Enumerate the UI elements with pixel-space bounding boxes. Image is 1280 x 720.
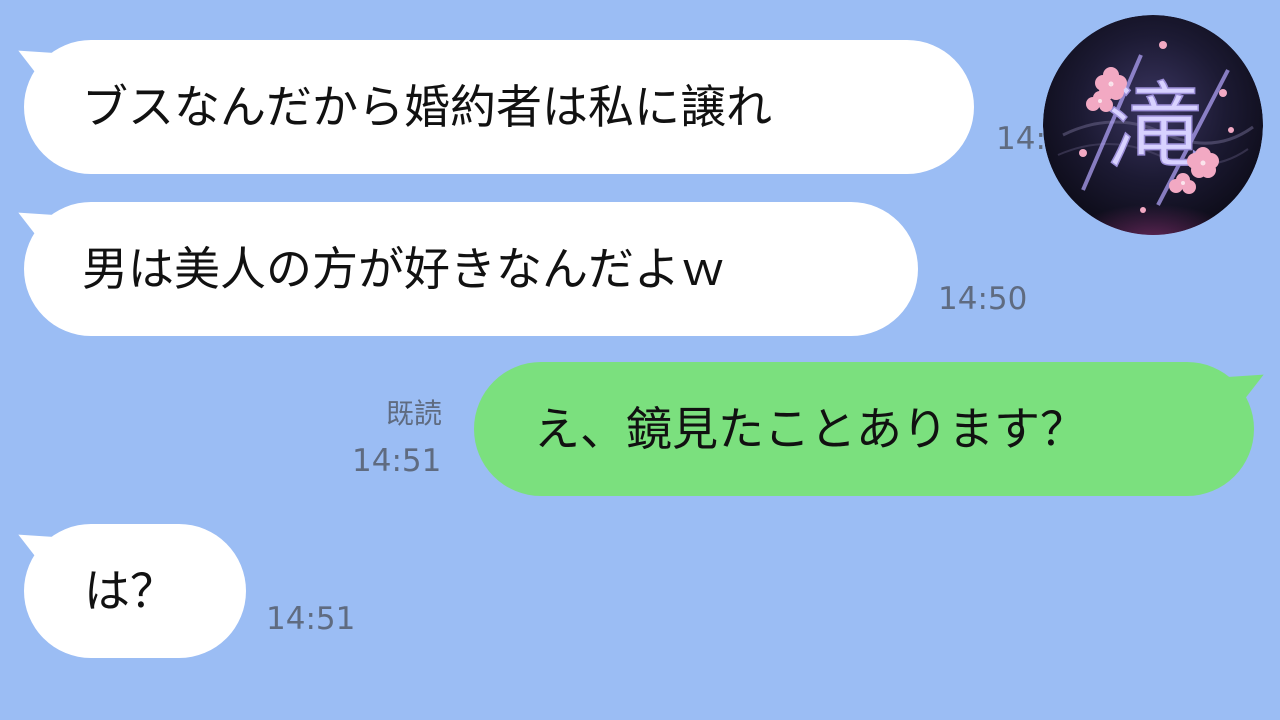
message-timestamp: 14:51: [352, 443, 442, 479]
message-text: は？: [84, 564, 176, 618]
message-text: 男は美人の方が好きなんだよｗ: [82, 242, 726, 296]
chat-area[interactable]: ブスなんだから婚約者は私に譲れ 14: 滝 男は美人の方が好きなんだよｗ 14:…: [0, 0, 1280, 720]
cherry-blossom-avatar-icon: 滝: [1043, 15, 1263, 235]
read-receipt: 既読: [386, 397, 443, 430]
incoming-message-bubble[interactable]: は？: [24, 524, 246, 658]
message-text: え、鏡見たことあります？: [534, 402, 1086, 456]
contact-avatar[interactable]: 滝: [1043, 15, 1263, 235]
incoming-message-bubble[interactable]: 男は美人の方が好きなんだよｗ: [24, 202, 918, 336]
outgoing-message-bubble[interactable]: え、鏡見たことあります？: [474, 362, 1254, 496]
message-timestamp: 14:: [996, 121, 1046, 157]
message-timestamp: 14:50: [938, 281, 1028, 317]
incoming-message-bubble[interactable]: ブスなんだから婚約者は私に譲れ: [24, 40, 974, 174]
message-timestamp: 14:51: [266, 601, 356, 637]
message-text: ブスなんだから婚約者は私に譲れ: [82, 80, 772, 134]
